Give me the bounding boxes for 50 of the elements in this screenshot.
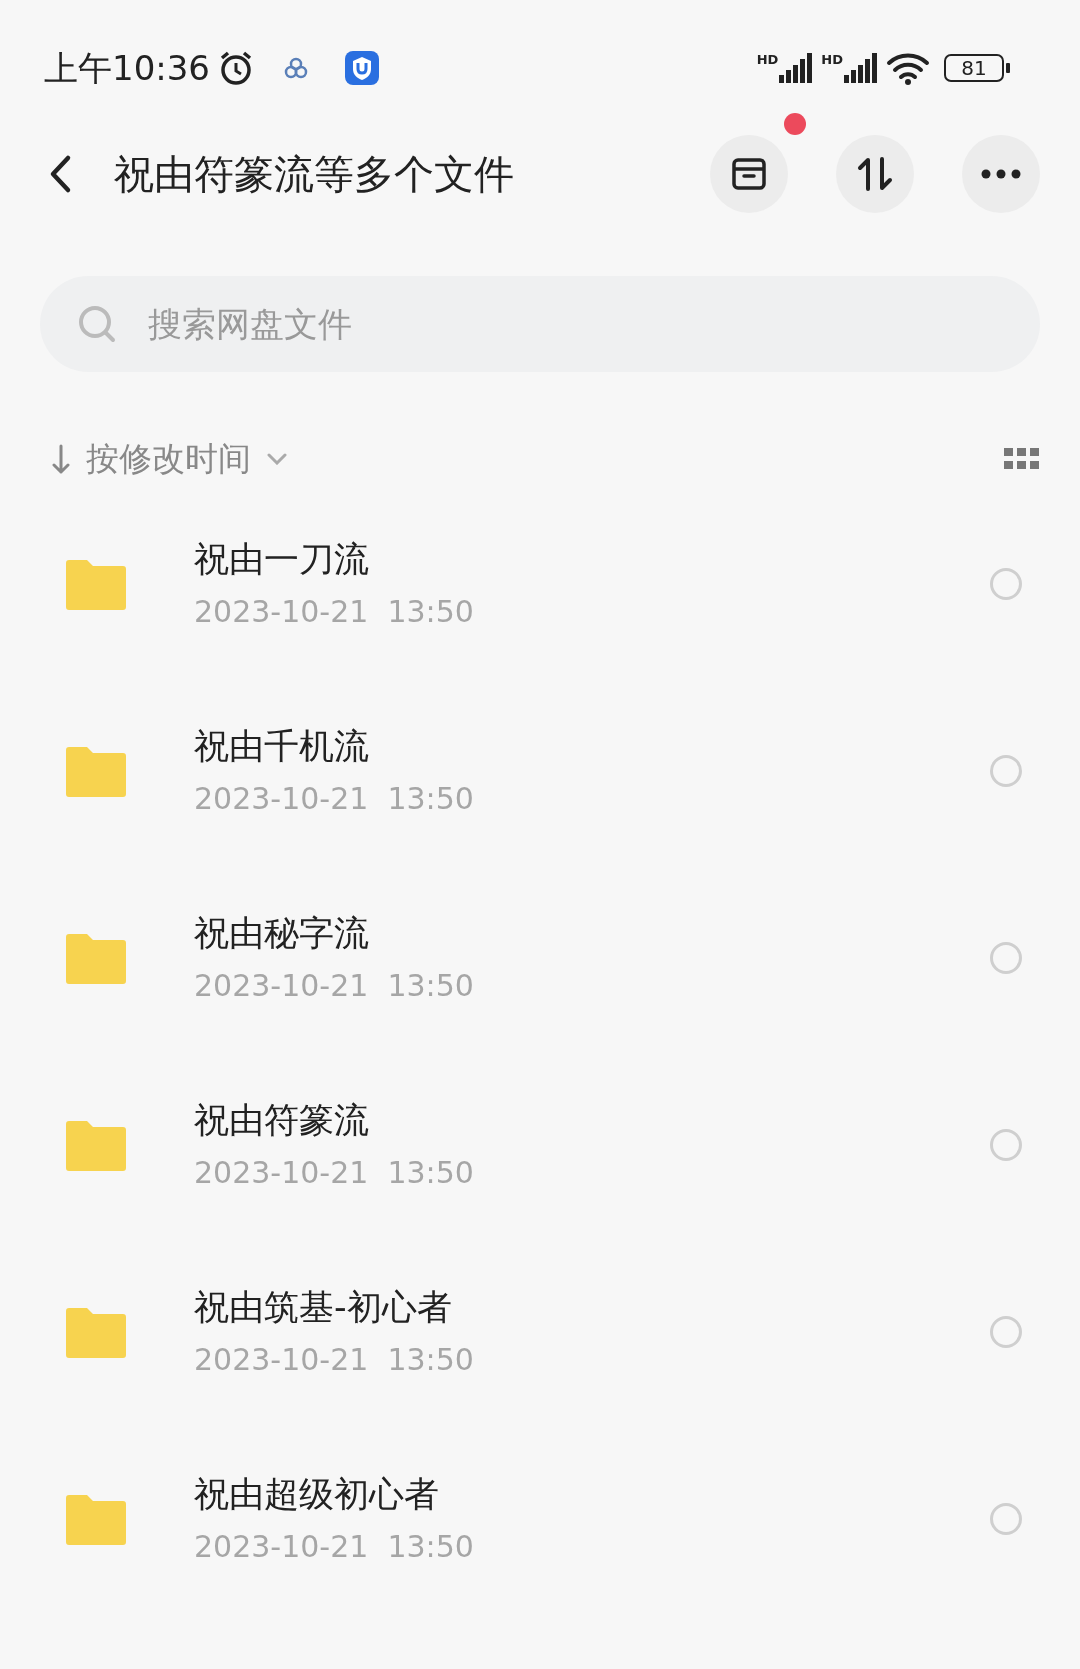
select-radio[interactable] [990,941,1022,974]
signal-label: HD [821,52,843,66]
grid-icon [1004,448,1040,470]
select-radio[interactable] [990,1502,1022,1535]
select-radio[interactable] [990,754,1022,787]
file-name: 祝由千机流 [194,724,370,767]
folder-icon [66,931,126,984]
folder-icon [66,557,126,610]
rings-icon [284,56,308,79]
file-name: 祝由一刀流 [194,537,370,580]
alarm-clock-icon [218,49,254,86]
file-row[interactable]: 祝由符篆流 2023-10-21 13:50 [0,1051,1080,1238]
file-name: 祝由筑基-初心者 [194,1285,453,1328]
select-radio[interactable] [990,1128,1022,1161]
file-date: 2023-10-21 13:50 [194,780,475,817]
file-date: 2023-10-21 13:50 [194,967,475,1004]
select-radio[interactable] [990,567,1022,600]
folder-icon [66,744,126,797]
file-row[interactable]: 祝由一刀流 2023-10-21 13:50 [0,490,1080,677]
file-row[interactable]: 祝由超级初心者 2023-10-21 13:50 [0,1425,1080,1612]
folder-icon [66,1118,126,1171]
file-row[interactable]: 祝由筑基-初心者 2023-10-21 13:50 [0,1238,1080,1425]
signal-icon [779,52,814,83]
caret-icon [267,453,287,465]
back-icon [48,154,72,194]
signal-icon [844,52,878,83]
box-icon [732,158,766,190]
folder-icon [66,1305,126,1358]
search-field[interactable]: 搜索网盘文件 [40,276,1040,372]
status-time: 上午10:36 [44,50,210,85]
more-icon [981,169,1021,179]
file-row[interactable]: 祝由千机流 2023-10-21 13:50 [0,677,1080,864]
file-date: 2023-10-21 13:50 [194,1154,475,1191]
battery-level: 81 [961,57,987,78]
shield-app-icon [344,49,380,86]
search-icon [78,305,116,343]
file-name: 祝由超级初心者 [194,1472,440,1515]
page-title: 祝由符篆流等多个文件 [114,150,515,199]
file-date: 2023-10-21 13:50 [194,1341,475,1378]
file-row[interactable]: 祝由秘字流 2023-10-21 13:50 [0,864,1080,1051]
grid-view-button[interactable] [1004,448,1040,470]
signal-label: HD [756,52,779,66]
down-arrow-icon [52,444,70,474]
file-name: 祝由秘字流 [194,911,370,954]
back-button[interactable] [48,154,72,194]
select-radio[interactable] [990,1315,1022,1348]
folder-icon [66,1492,126,1545]
file-date: 2023-10-21 13:50 [194,593,475,630]
file-name: 祝由符篆流 [194,1098,370,1141]
file-date: 2023-10-21 13:50 [194,1528,475,1565]
